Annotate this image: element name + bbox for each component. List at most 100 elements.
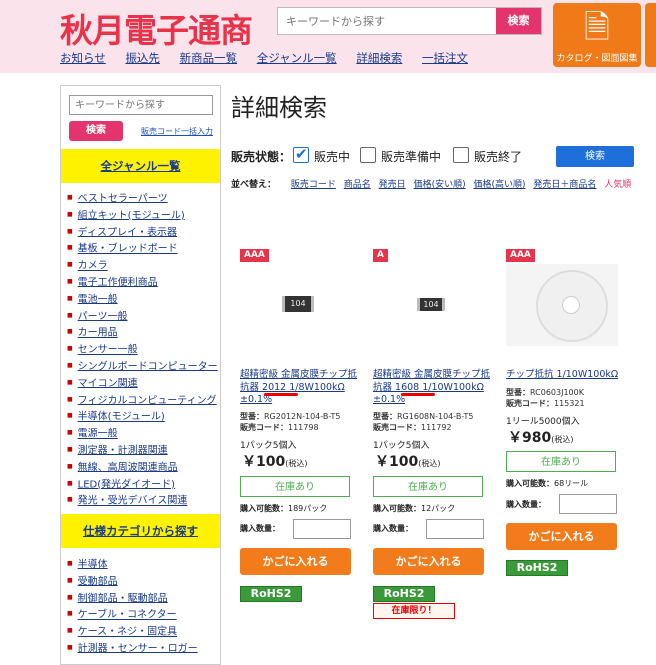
quantity-input[interactable] bbox=[559, 494, 617, 514]
genre-heading-link[interactable]: 全ジャンル一覧 bbox=[101, 159, 181, 173]
stock-status: 在庫あり bbox=[506, 451, 616, 472]
category-item: 計測器・センサー・ロガー bbox=[67, 640, 198, 657]
genre-link[interactable]: ベストセラーパーツ bbox=[78, 193, 168, 204]
category-link[interactable]: 計測器・センサー・ロガー bbox=[78, 643, 198, 654]
header-search-input[interactable] bbox=[278, 8, 484, 34]
quantity-input[interactable] bbox=[293, 519, 351, 539]
product-name: チップ抵抗 1/10W100kΩ bbox=[506, 369, 624, 382]
product-name-link[interactable]: 超精密級 金属皮膜チップ抵抗器 1608 1/10W100kΩ ±0.1% bbox=[373, 369, 490, 405]
status-label-on-sale: 販売中 bbox=[314, 150, 351, 164]
genre-item: 半導体(モジュール) bbox=[67, 408, 218, 425]
genre-item: 電池一般 bbox=[67, 291, 218, 308]
rohs-badge: RoHS2 bbox=[373, 586, 435, 602]
sort-by-price-desc[interactable]: 価格(高い順) bbox=[473, 180, 525, 190]
limited-stock-badge: 在庫限り！ bbox=[373, 603, 455, 619]
genre-link[interactable]: カメラ bbox=[78, 261, 108, 272]
genre-link[interactable]: 無線、高周波関連商品 bbox=[78, 462, 178, 473]
product-name-link[interactable]: 超精密級 金属皮膜チップ抵抗器 2012 1/8W100kΩ ±0.1% bbox=[240, 369, 357, 405]
genre-link[interactable]: フィジカルコンピューティング bbox=[78, 395, 217, 406]
nav-new-products[interactable]: 新商品一覧 bbox=[180, 51, 238, 65]
genre-link[interactable]: 発光・受光デバイス関連 bbox=[78, 496, 188, 507]
product-image[interactable]: 104 bbox=[373, 264, 485, 346]
product-image[interactable]: 104 bbox=[240, 264, 352, 346]
rank-badge: AAA bbox=[240, 249, 269, 262]
pack-size: 1リール5000個入 bbox=[506, 417, 580, 427]
nav-advanced-search[interactable]: 詳細検索 bbox=[356, 51, 402, 65]
model-number: 型番：RC0603J100K bbox=[506, 388, 584, 397]
status-checkbox-preparing[interactable] bbox=[360, 147, 376, 163]
genre-link[interactable]: 電池一般 bbox=[78, 294, 118, 305]
add-to-cart-button[interactable]: かごに入れる bbox=[506, 523, 617, 550]
status-label-preparing: 販売準備中 bbox=[381, 150, 442, 164]
genre-link[interactable]: カー用品 bbox=[78, 328, 118, 339]
price: ￥100(税込) bbox=[242, 454, 308, 470]
advanced-search-button[interactable]: 検索 bbox=[556, 146, 634, 167]
category-heading-link[interactable]: 仕様カテゴリから探す bbox=[83, 524, 198, 538]
genre-link[interactable]: 組立キット(モジュール) bbox=[78, 210, 185, 221]
price: ￥980(税込) bbox=[508, 430, 574, 446]
nav-transfer[interactable]: 振込先 bbox=[125, 51, 160, 65]
genre-link[interactable]: パーツ一般 bbox=[78, 311, 128, 322]
page-title: 詳細検索 bbox=[231, 94, 327, 122]
sidebar-search-input[interactable] bbox=[69, 95, 213, 115]
genre-link[interactable]: 測定器・計測器関連 bbox=[78, 445, 168, 456]
sidebar-search-button[interactable]: 検索 bbox=[69, 121, 123, 141]
price: ￥100(税込) bbox=[375, 454, 441, 470]
genre-link[interactable]: 基板・ブレッドボード bbox=[78, 244, 178, 255]
header-nav: お知らせ 振込先 新商品一覧 全ジャンル一覧 詳細検索 一括注文 bbox=[60, 50, 484, 66]
genre-item: マイコン関連 bbox=[67, 375, 218, 392]
product-image[interactable] bbox=[506, 264, 618, 346]
product-code: 販売コード：115321 bbox=[506, 399, 585, 408]
add-to-cart-button[interactable]: かごに入れる bbox=[240, 548, 351, 575]
genre-link[interactable]: LED(発光ダイオード) bbox=[78, 479, 175, 490]
nav-all-genres[interactable]: 全ジャンル一覧 bbox=[257, 51, 337, 65]
add-to-cart-button[interactable]: かごに入れる bbox=[373, 548, 484, 575]
header-search-button[interactable]: 検索 bbox=[496, 8, 541, 34]
genre-item: カメラ bbox=[67, 257, 218, 274]
nav-bulk-order[interactable]: 一括注文 bbox=[422, 51, 468, 65]
rohs-badge: RoHS2 bbox=[506, 560, 568, 576]
product-card: AAA 104 超精密級 金属皮膜チップ抵抗器 2012 1/8W100kΩ ±… bbox=[240, 249, 360, 649]
genre-link[interactable]: ディスプレイ・表示器 bbox=[78, 227, 177, 238]
bulk-code-link[interactable]: 販売コード一括入力 bbox=[141, 126, 213, 137]
product-card: AAA チップ抵抗 1/10W100kΩ 型番：RC0603J100K 販売コー… bbox=[506, 249, 626, 649]
site-logo[interactable]: 秋月電子通商 bbox=[60, 4, 253, 52]
status-checkbox-discontinued[interactable] bbox=[453, 147, 469, 163]
genre-list: ベストセラーパーツ 組立キット(モジュール) ディスプレイ・表示器 基板・ブレッ… bbox=[67, 190, 218, 509]
sort-by-code[interactable]: 販売コード bbox=[291, 180, 336, 190]
product-name: 超精密級 金属皮膜チップ抵抗器 2012 1/8W100kΩ ±0.1% bbox=[240, 369, 358, 407]
quantity-label: 購入数量： bbox=[373, 524, 413, 533]
category-link[interactable]: ケーブル・コネクター bbox=[78, 610, 177, 621]
product-card: A 104 超精密級 金属皮膜チップ抵抗器 1608 1/10W100kΩ ±0… bbox=[373, 249, 493, 649]
genre-link[interactable]: 電源一般 bbox=[78, 429, 118, 440]
sort-by-name[interactable]: 商品名 bbox=[344, 180, 371, 190]
catalog-button[interactable]: 🗎 カタログ・図面図集 bbox=[553, 3, 641, 67]
genre-link[interactable]: 電子工作便利商品 bbox=[78, 277, 158, 288]
quantity-input[interactable] bbox=[426, 519, 484, 539]
genre-item: センサー一般 bbox=[67, 341, 218, 358]
sort-by-release-name[interactable]: 発売日＋商品名 bbox=[533, 180, 596, 190]
rohs-badge: RoHS2 bbox=[240, 586, 302, 602]
genre-link[interactable]: シングルボードコンピューター bbox=[78, 361, 218, 372]
category-link[interactable]: 半導体 bbox=[78, 559, 108, 570]
genre-link[interactable]: マイコン関連 bbox=[78, 378, 138, 389]
status-checkbox-on-sale[interactable] bbox=[293, 145, 309, 163]
highlight-underline bbox=[264, 393, 298, 396]
genre-link[interactable]: センサー一般 bbox=[78, 345, 138, 356]
header-extra-button[interactable] bbox=[645, 3, 656, 67]
sort-bar: 並べ替え： 販売コード 商品名 発売日 価格(安い順) 価格(高い順) 発売日＋… bbox=[231, 177, 631, 190]
product-name-link[interactable]: チップ抵抗 1/10W100kΩ bbox=[506, 369, 618, 380]
genre-link[interactable]: 半導体(モジュール) bbox=[78, 412, 165, 423]
category-link[interactable]: 受動部品 bbox=[78, 576, 118, 587]
category-item: 受動部品 bbox=[67, 573, 198, 590]
sort-label: 並べ替え： bbox=[231, 180, 277, 190]
chip-resistor-image: 104 bbox=[417, 298, 445, 311]
genre-item: 電源一般 bbox=[67, 425, 218, 442]
rank-badge: A bbox=[373, 249, 388, 262]
category-link[interactable]: ケース・ネジ・固定具 bbox=[78, 627, 178, 638]
sort-by-release[interactable]: 発売日 bbox=[379, 180, 406, 190]
nav-news[interactable]: お知らせ bbox=[60, 51, 106, 65]
category-link[interactable]: 制御部品・駆動部品 bbox=[78, 593, 168, 604]
available-quantity: 購入可能数：68リール bbox=[506, 479, 589, 488]
sort-by-price-asc[interactable]: 価格(安い順) bbox=[414, 180, 466, 190]
